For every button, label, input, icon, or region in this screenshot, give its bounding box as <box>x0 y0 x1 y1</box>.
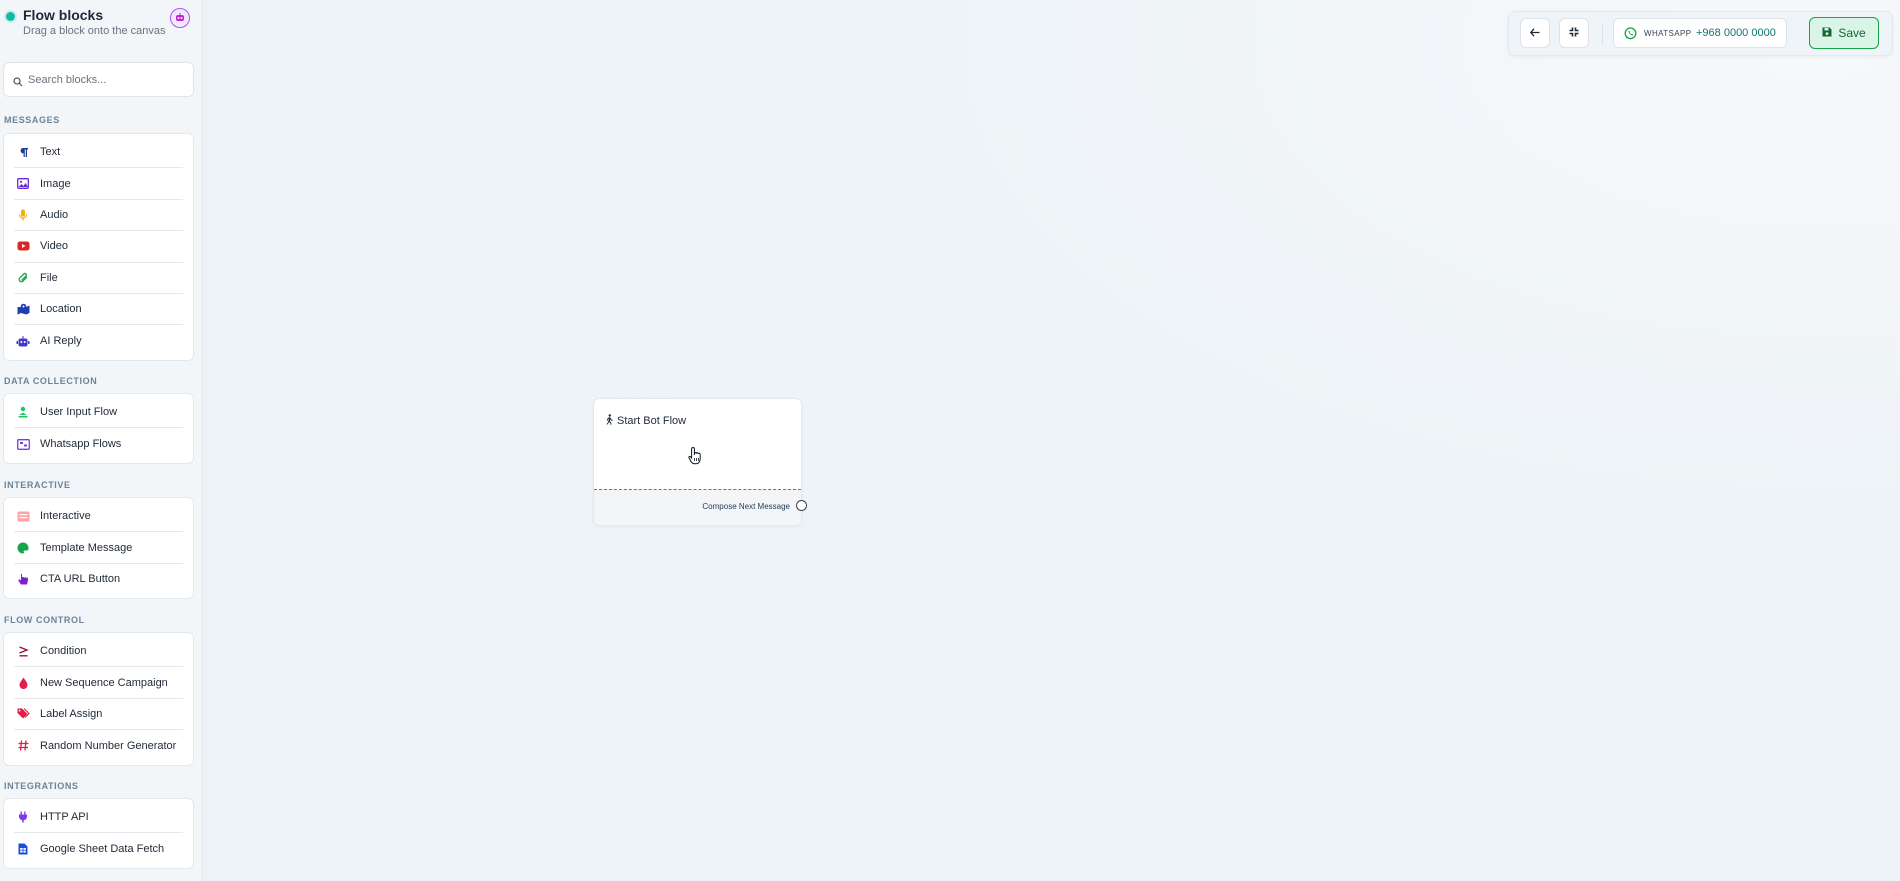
sidebar-header: Flow blocks Drag a block onto the canvas <box>0 0 202 58</box>
node-header: Start Bot Flow <box>605 412 686 430</box>
block-group-data-collection: User Input Flow Whatsapp Flows <box>3 393 194 464</box>
palette-icon <box>16 541 30 555</box>
block-item-condition[interactable]: Condition <box>14 636 183 668</box>
flow-canvas[interactable] <box>204 0 1900 881</box>
greater-equal-icon <box>16 644 30 658</box>
block-label: Random Number Generator <box>40 739 177 752</box>
section-label-messages: MESSAGES <box>4 115 60 125</box>
sidebar-subtitle: Drag a block onto the canvas <box>23 25 166 37</box>
microphone-icon <box>16 208 30 222</box>
block-label: Google Sheet Data Fetch <box>40 843 165 856</box>
user-input-icon <box>16 405 30 419</box>
save-label: Save <box>1838 26 1866 40</box>
map-location-icon <box>16 302 30 316</box>
search-input[interactable] <box>28 63 188 96</box>
block-group-interactive: Interactive Template Message CTA URL But… <box>3 497 194 600</box>
block-label: Image <box>40 177 71 190</box>
block-label: HTTP API <box>40 811 89 824</box>
spreadsheet-icon <box>16 842 30 856</box>
block-label: New Sequence Campaign <box>40 676 168 689</box>
block-item-interactive[interactable]: Interactive <box>14 501 183 533</box>
block-item-http-api[interactable]: HTTP API <box>14 802 183 834</box>
block-item-file[interactable]: File <box>14 263 183 294</box>
block-item-google-sheet-data-fetch[interactable]: Google Sheet Data Fetch <box>14 833 183 864</box>
person-walking-icon <box>605 412 614 430</box>
block-label: Location <box>40 303 82 316</box>
block-search[interactable] <box>3 62 194 97</box>
block-label: Condition <box>40 645 87 658</box>
block-label: Text <box>40 146 61 159</box>
block-item-image[interactable]: Image <box>14 168 183 200</box>
block-item-template-message[interactable]: Template Message <box>14 532 183 564</box>
whatsapp-number: +968 0000 0000 <box>1696 27 1776 39</box>
block-item-video[interactable]: Video <box>14 231 183 263</box>
hashtag-icon <box>16 739 30 753</box>
block-label: Interactive <box>40 510 91 523</box>
block-label: Audio <box>40 208 69 221</box>
block-group-flow-control: Condition New Sequence Campaign Label As… <box>3 632 194 766</box>
block-item-text[interactable]: Text <box>14 137 183 169</box>
sidebar-title: Flow blocks <box>23 7 104 23</box>
start-bot-flow-node[interactable]: Start Bot Flow Compose Next Message <box>593 398 802 526</box>
video-icon <box>16 239 30 253</box>
search-icon <box>13 74 23 92</box>
node-output-handle[interactable] <box>796 500 807 511</box>
list-card-icon <box>16 509 30 523</box>
arrow-left-icon <box>1529 24 1540 42</box>
hand-cursor-icon <box>688 446 704 471</box>
bot-avatar-icon[interactable] <box>170 8 190 28</box>
block-group-integrations: HTTP API Google Sheet Data Fetch <box>3 798 194 869</box>
block-label: CTA URL Button <box>40 573 121 586</box>
block-item-new-sequence-campaign[interactable]: New Sequence Campaign <box>14 667 183 699</box>
fit-view-button[interactable] <box>1559 18 1589 48</box>
paperclip-icon <box>16 271 30 285</box>
node-footer: Compose Next Message <box>594 489 801 525</box>
block-item-user-input-flow[interactable]: User Input Flow <box>14 397 183 429</box>
section-label-flow-control: FLOW CONTROL <box>4 615 85 625</box>
block-item-ai-reply[interactable]: AI Reply <box>14 325 183 356</box>
compress-icon <box>1569 24 1579 42</box>
block-item-random-number-generator[interactable]: Random Number Generator <box>14 730 183 761</box>
block-item-whatsapp-flows[interactable]: Whatsapp Flows <box>14 428 183 459</box>
block-label: User Input Flow <box>40 406 118 419</box>
flow-blocks-sidebar: Flow blocks Drag a block onto the canvas… <box>0 0 203 881</box>
whatsapp-flows-icon <box>16 437 30 451</box>
block-label: AI Reply <box>40 335 82 348</box>
compose-next-message-label: Compose Next Message <box>702 502 790 511</box>
block-label: File <box>40 271 58 284</box>
tags-icon <box>16 707 30 721</box>
canvas-toolbar: WHATSAPP +968 0000 0000 Save <box>1508 11 1893 56</box>
hand-pointer-icon <box>16 572 30 586</box>
save-button[interactable]: Save <box>1809 17 1879 49</box>
node-title: Start Bot Flow <box>617 415 687 427</box>
whatsapp-icon <box>1624 27 1637 45</box>
block-item-audio[interactable]: Audio <box>14 200 183 232</box>
section-label-interactive: INTERACTIVE <box>4 480 71 490</box>
robot-icon <box>16 334 30 348</box>
back-button[interactable] <box>1520 18 1550 48</box>
block-item-location[interactable]: Location <box>14 294 183 326</box>
floppy-disk-icon <box>1822 24 1832 42</box>
block-label: Template Message <box>40 541 133 554</box>
plug-icon <box>16 810 30 824</box>
block-item-cta-url-button[interactable]: CTA URL Button <box>14 564 183 595</box>
block-group-messages: Text Image Audio Video File Location AI … <box>3 133 194 361</box>
section-label-integrations: INTEGRATIONS <box>4 781 79 791</box>
image-icon <box>16 177 30 191</box>
section-label-data-collection: DATA COLLECTION <box>4 376 98 386</box>
block-label: Label Assign <box>40 707 103 720</box>
droplet-icon <box>16 676 30 690</box>
status-dot <box>6 12 15 21</box>
whatsapp-label: WHATSAPP <box>1644 29 1692 38</box>
block-item-label-assign[interactable]: Label Assign <box>14 699 183 731</box>
block-label: Whatsapp Flows <box>40 438 122 451</box>
toolbar-divider <box>1602 23 1603 45</box>
block-label: Video <box>40 240 68 253</box>
paragraph-icon <box>16 145 30 159</box>
whatsapp-number-chip[interactable]: WHATSAPP +968 0000 0000 <box>1613 18 1787 48</box>
